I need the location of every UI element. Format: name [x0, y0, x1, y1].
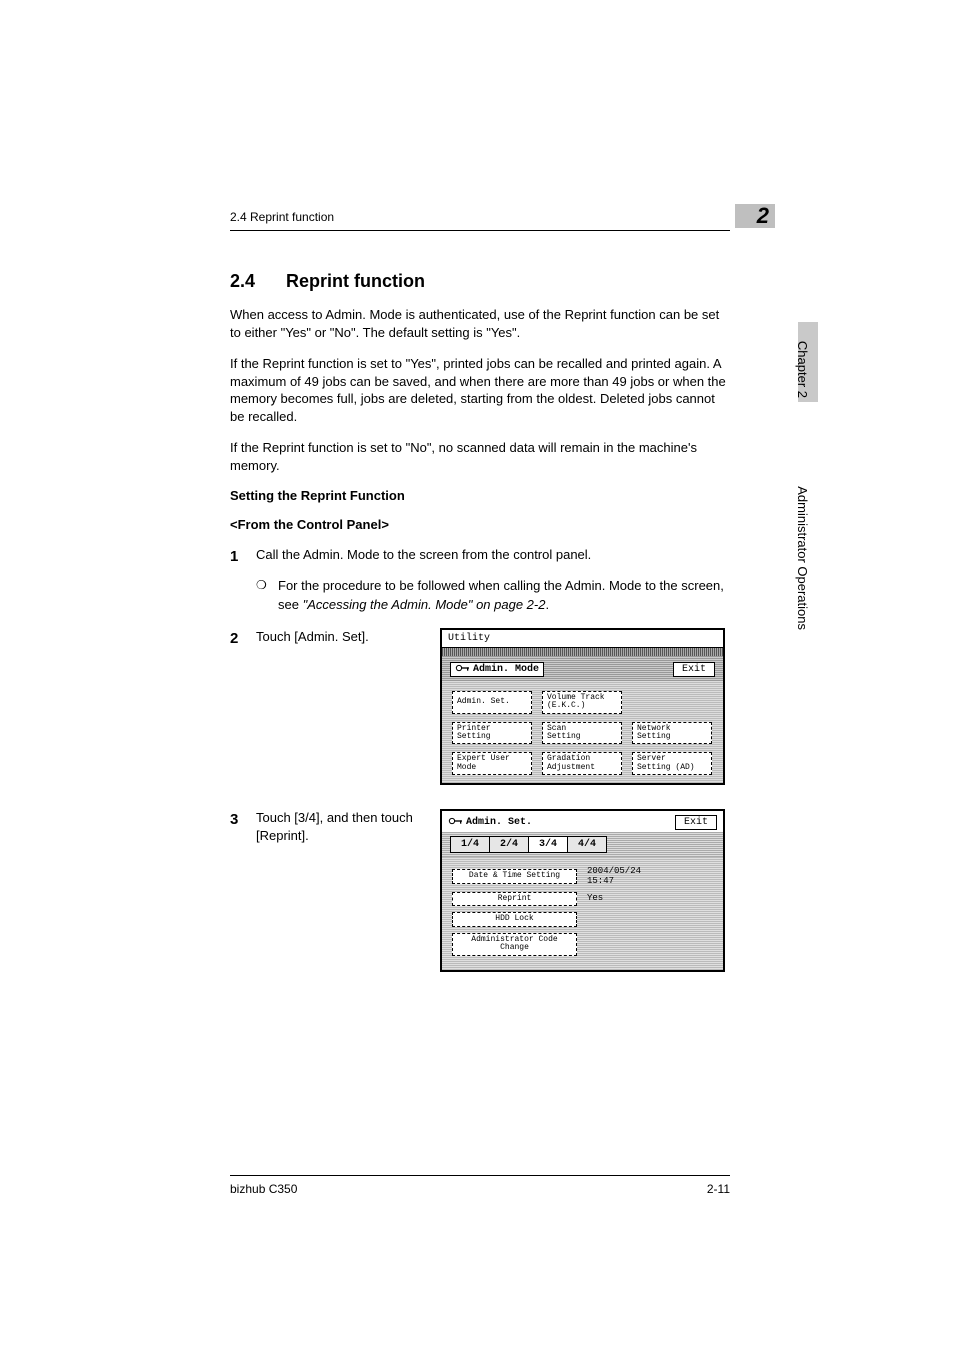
admin-set-button[interactable]: Admin. Set.: [452, 691, 532, 714]
tab-4-4[interactable]: 4/4: [568, 836, 607, 853]
admin-set-body: Date & Time Setting 2004/05/24 15:47 Rep…: [442, 857, 723, 969]
footer-page-number: 2-11: [707, 1182, 730, 1196]
section-heading: 2.4Reprint function: [230, 271, 730, 292]
admin-mode-title-text: Admin. Mode: [473, 664, 539, 675]
intro-para-2: If the Reprint function is set to "Yes",…: [230, 355, 730, 425]
intro-para-3: If the Reprint function is set to "No", …: [230, 439, 730, 474]
admin-code-change-button[interactable]: Administrator Code Change: [452, 933, 577, 956]
step-2-number: 2: [230, 628, 256, 649]
side-section-label: Administrator Operations: [795, 486, 810, 630]
step-1-number: 1: [230, 546, 256, 567]
reprint-button[interactable]: Reprint: [452, 892, 577, 906]
note-marker: ❍: [256, 577, 278, 613]
expert-user-mode-button[interactable]: Expert User Mode: [452, 752, 532, 775]
server-setting-button[interactable]: Server Setting (AD): [632, 752, 712, 775]
step-2-block: 2 Touch [Admin. Set]. Utility Admin. Mod…: [230, 628, 730, 785]
page-footer: bizhub C350 2-11: [230, 1175, 730, 1196]
step-1: 1 Call the Admin. Mode to the screen fro…: [230, 546, 730, 567]
section-title: Reprint function: [286, 271, 425, 291]
side-chapter-label: Chapter 2: [795, 341, 810, 398]
admin-mode-title: Admin. Mode: [450, 662, 544, 677]
exit-button[interactable]: Exit: [675, 815, 717, 830]
exit-button[interactable]: Exit: [673, 662, 715, 677]
admin-set-title-text: Admin. Set.: [466, 817, 532, 828]
chapter-badge: 2: [735, 204, 775, 228]
intro-para-1: When access to Admin. Mode is authentica…: [230, 306, 730, 341]
figure-admin-set: Admin. Set. Exit 1/4 2/4 3/4 4/4 Date & …: [440, 809, 725, 971]
footer-model: bizhub C350: [230, 1182, 297, 1196]
date-time-value: 2004/05/24 15:47: [587, 867, 641, 886]
tab-3-4[interactable]: 3/4: [529, 836, 568, 853]
network-setting-button[interactable]: Network Setting: [632, 722, 712, 745]
reprint-value: Yes: [587, 894, 603, 903]
subheading-from-panel: <From the Control Panel>: [230, 517, 730, 532]
tab-row: 1/4 2/4 3/4 4/4: [442, 832, 723, 857]
step-1-text: Call the Admin. Mode to the screen from …: [256, 546, 730, 567]
key-icon: [455, 664, 471, 672]
page-content: 2.4 Reprint function 2 2.4Reprint functi…: [230, 210, 730, 996]
running-head: 2.4 Reprint function: [230, 210, 730, 224]
note-text-c: .: [545, 597, 549, 612]
admin-mode-banner: Admin. Mode Exit: [442, 656, 723, 681]
tab-1-4[interactable]: 1/4: [450, 836, 490, 853]
date-time-setting-button[interactable]: Date & Time Setting: [452, 869, 577, 883]
note-reference: "Accessing the Admin. Mode" on page 2-2: [303, 597, 546, 612]
section-number: 2.4: [230, 271, 286, 292]
gradation-adjustment-button[interactable]: Gradation Adjustment: [542, 752, 622, 775]
admin-set-top: Admin. Set. Exit: [442, 811, 723, 832]
subheading-setting: Setting the Reprint Function: [230, 488, 730, 503]
printer-setting-button[interactable]: Printer Setting: [452, 722, 532, 745]
step-1-note: ❍ For the procedure to be followed when …: [256, 577, 730, 613]
note-text: For the procedure to be followed when ca…: [278, 577, 730, 613]
step-2-text: Touch [Admin. Set].: [256, 628, 369, 649]
utility-label: Utility: [442, 630, 723, 648]
key-icon: [448, 817, 464, 825]
admin-set-title: Admin. Set.: [448, 817, 532, 828]
volume-track-button[interactable]: Volume Track (E.K.C.): [542, 691, 622, 714]
step-3-number: 3: [230, 809, 256, 845]
scan-setting-button[interactable]: Scan Setting: [542, 722, 622, 745]
gradient-bar: [442, 648, 723, 656]
admin-mode-body: Admin. Set. Volume Track (E.K.C.) Printe…: [442, 681, 723, 783]
chapter-number: 2: [757, 203, 769, 229]
tab-2-4[interactable]: 2/4: [490, 836, 529, 853]
step-3-block: 3 Touch [3/4], and then touch [Reprint].…: [230, 809, 730, 971]
figure-admin-mode: Utility Admin. Mode Exit Admin. Set. Vol…: [440, 628, 725, 785]
hdd-lock-button[interactable]: HDD Lock: [452, 912, 577, 926]
step-3-text: Touch [3/4], and then touch [Reprint].: [256, 809, 430, 845]
header-rule: [230, 230, 730, 231]
